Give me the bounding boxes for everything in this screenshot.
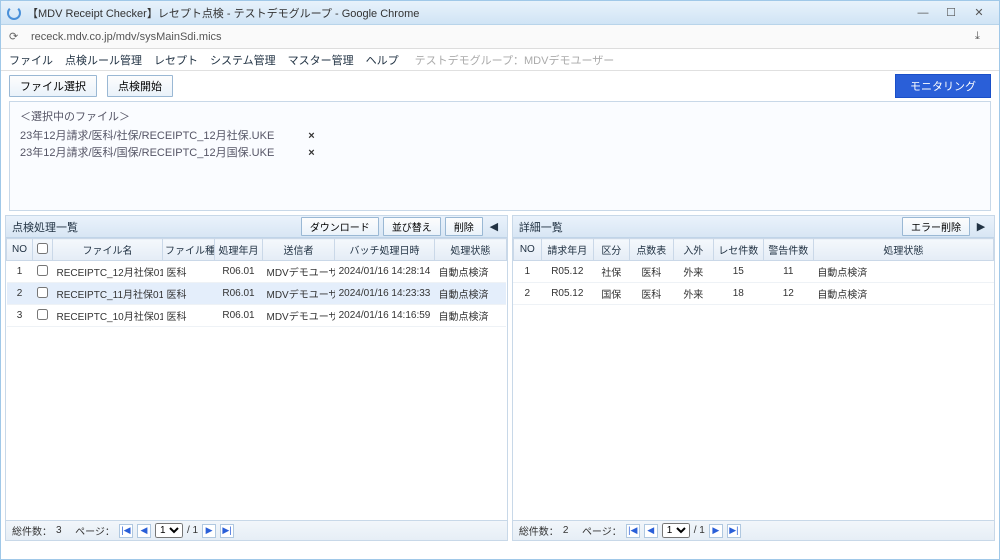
left-grid: NO ファイル名 ファイル種別 処理年月 送信者 バッチ処理日時 処理状態 1R… <box>6 238 507 520</box>
pager-prev-icon[interactable]: ◀ <box>644 524 658 538</box>
favicon-icon <box>7 6 21 20</box>
pager-first-icon[interactable]: |◀ <box>119 524 133 538</box>
total-count: 2 <box>563 525 569 536</box>
left-pager: 総件数： 3 ページ： |◀ ◀ 1 / 1 ▶ ▶| <box>6 520 507 540</box>
col-table[interactable]: 点数表 <box>629 239 673 261</box>
col-status[interactable]: 処理状態 <box>813 239 993 261</box>
panels: 点検処理一覧 ダウンロード 並び替え 削除 ◀ NO ファイル名 ファイル種別 … <box>3 215 997 541</box>
remove-file-icon[interactable]: × <box>308 128 314 145</box>
right-panel: 詳細一覧 エラー削除 ▶ NO 請求年月 区分 点数表 入外 レセ件数 警告件数… <box>512 215 995 541</box>
download-button[interactable]: ダウンロード <box>301 217 379 236</box>
menubar: ファイル 点検ルール管理 レセプト システム管理 マスター管理 ヘルプ テストデ… <box>1 49 999 71</box>
page-select[interactable]: 1 <box>662 523 690 538</box>
row-check[interactable] <box>37 309 48 320</box>
table-row[interactable]: 1R05.12社保医科外来1511自動点検済 <box>513 261 993 283</box>
reload-icon[interactable]: ⟳ <box>9 30 25 43</box>
titlebar: 【MDV Receipt Checker】レセプト点検 - テストデモグループ … <box>1 1 999 25</box>
col-inout[interactable]: 入外 <box>673 239 713 261</box>
col-warn[interactable]: 警告件数 <box>763 239 813 261</box>
selected-files-box: ＜選択中のファイル＞ 23年12月請求/医科/社保/RECEIPTC_12月社保… <box>9 101 991 211</box>
selected-file-path: 23年12月請求/医科/社保/RECEIPTC_12月社保.UKE <box>20 128 274 145</box>
col-file[interactable]: ファイル名 <box>53 239 163 261</box>
col-check[interactable] <box>33 239 53 261</box>
page-label: ページ： <box>75 523 115 538</box>
select-file-button[interactable]: ファイル選択 <box>9 75 97 97</box>
app-window: 【MDV Receipt Checker】レセプト点検 - テストデモグループ … <box>0 0 1000 560</box>
expand-right-icon[interactable]: ▶ <box>974 220 988 233</box>
total-label: 総件数： <box>519 523 559 538</box>
remove-file-icon[interactable]: × <box>308 145 314 162</box>
col-status[interactable]: 処理状態 <box>435 239 507 261</box>
selected-file-path: 23年12月請求/医科/国保/RECEIPTC_12月国保.UKE <box>20 145 274 162</box>
pager-next-icon[interactable]: ▶ <box>202 524 216 538</box>
menu-master[interactable]: マスター管理 <box>288 52 354 68</box>
pager-prev-icon[interactable]: ◀ <box>137 524 151 538</box>
table-row[interactable]: 1RECEIPTC_12月社保01医科R06.01MDVデモユーザー2024/0… <box>7 261 507 283</box>
window-title: 【MDV Receipt Checker】レセプト点検 - テストデモグループ … <box>27 5 909 21</box>
table-row[interactable]: 3RECEIPTC_10月社保01医科R06.01MDVデモユーザー2024/0… <box>7 305 507 327</box>
monitor-button[interactable]: モニタリング <box>895 74 991 98</box>
pager-last-icon[interactable]: ▶| <box>220 524 234 538</box>
total-count: 3 <box>56 525 62 536</box>
right-panel-title: 詳細一覧 <box>519 219 898 235</box>
row-check[interactable] <box>37 265 48 276</box>
page-select[interactable]: 1 <box>155 523 183 538</box>
start-check-button[interactable]: 点検開始 <box>107 75 173 97</box>
col-no[interactable]: NO <box>513 239 541 261</box>
delete-button[interactable]: 削除 <box>445 217 483 236</box>
col-rece[interactable]: レセ件数 <box>713 239 763 261</box>
total-label: 総件数： <box>12 523 52 538</box>
url-text[interactable]: receck.mdv.co.jp/mdv/sysMainSdi.mics <box>31 31 975 43</box>
table-row[interactable]: 2R05.12国保医科外来1812自動点検済 <box>513 283 993 305</box>
selected-file-row: 23年12月請求/医科/社保/RECEIPTC_12月社保.UKE × <box>20 128 980 145</box>
left-panel-header: 点検処理一覧 ダウンロード 並び替え 削除 ◀ <box>6 216 507 238</box>
maximize-button[interactable]: ☐ <box>937 3 965 23</box>
left-panel: 点検処理一覧 ダウンロード 並び替え 削除 ◀ NO ファイル名 ファイル種別 … <box>5 215 508 541</box>
right-grid: NO 請求年月 区分 点数表 入外 レセ件数 警告件数 処理状態 1R05.12… <box>513 238 994 520</box>
pager-first-icon[interactable]: |◀ <box>626 524 640 538</box>
pager-next-icon[interactable]: ▶ <box>709 524 723 538</box>
left-panel-title: 点検処理一覧 <box>12 219 297 235</box>
right-panel-header: 詳細一覧 エラー削除 ▶ <box>513 216 994 238</box>
menu-receipt[interactable]: レセプト <box>154 52 198 68</box>
check-all[interactable] <box>37 243 48 254</box>
download-icon[interactable]: ⤓ <box>975 30 991 43</box>
selected-files-caption: ＜選択中のファイル＞ <box>20 108 980 124</box>
pager-last-icon[interactable]: ▶| <box>727 524 741 538</box>
col-sender[interactable]: 送信者 <box>263 239 335 261</box>
menu-help[interactable]: ヘルプ <box>366 52 399 68</box>
page-of: / 1 <box>694 525 705 536</box>
sort-button[interactable]: 並び替え <box>383 217 441 236</box>
page-of: / 1 <box>187 525 198 536</box>
address-bar: ⟳ receck.mdv.co.jp/mdv/sysMainSdi.mics ⤓ <box>1 25 999 49</box>
page-label: ページ： <box>582 523 622 538</box>
collapse-left-icon[interactable]: ◀ <box>487 220 501 233</box>
right-pager: 総件数： 2 ページ： |◀ ◀ 1 / 1 ▶ ▶| <box>513 520 994 540</box>
col-kind[interactable]: ファイル種別 <box>163 239 215 261</box>
selected-file-row: 23年12月請求/医科/国保/RECEIPTC_12月国保.UKE × <box>20 145 980 162</box>
close-button[interactable]: ✕ <box>965 3 993 23</box>
menu-system[interactable]: システム管理 <box>210 52 276 68</box>
minimize-button[interactable]: ― <box>909 3 937 23</box>
group-label: テストデモグループ：MDVデモユーザー <box>415 52 615 68</box>
col-ym[interactable]: 請求年月 <box>541 239 593 261</box>
menu-rules[interactable]: 点検ルール管理 <box>65 52 142 68</box>
col-batch[interactable]: バッチ処理日時 <box>335 239 435 261</box>
menu-file[interactable]: ファイル <box>9 52 53 68</box>
col-no[interactable]: NO <box>7 239 33 261</box>
error-delete-button[interactable]: エラー削除 <box>902 217 970 236</box>
table-row[interactable]: 2RECEIPTC_11月社保01医科R06.01MDVデモユーザー2024/0… <box>7 283 507 305</box>
toolbar: ファイル選択 点検開始 モニタリング <box>1 71 999 101</box>
col-ym[interactable]: 処理年月 <box>215 239 263 261</box>
col-kubun[interactable]: 区分 <box>593 239 629 261</box>
row-check[interactable] <box>37 287 48 298</box>
